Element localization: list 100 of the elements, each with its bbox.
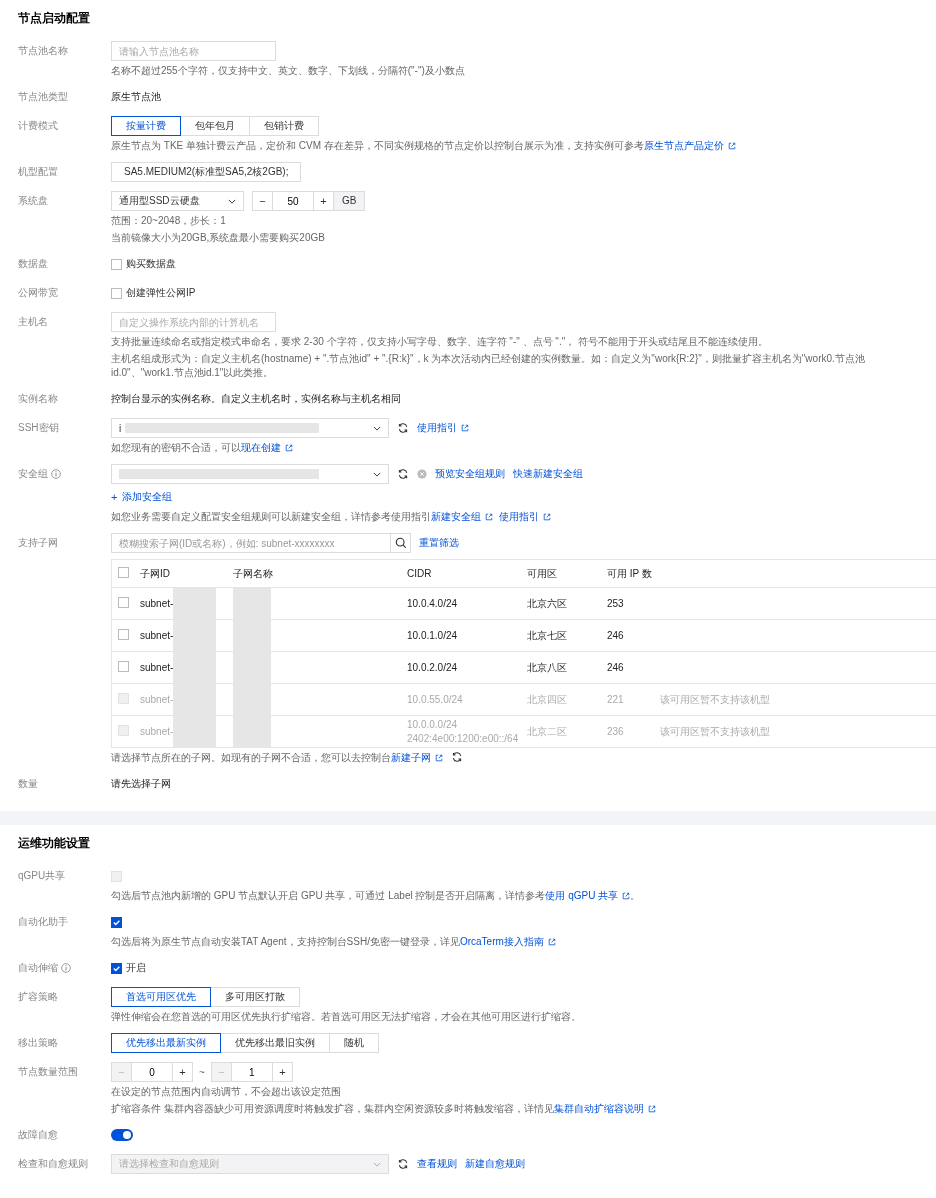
field-label: 计费模式 xyxy=(18,119,58,133)
checkbox[interactable] xyxy=(118,661,129,672)
checkbox[interactable] xyxy=(111,916,122,928)
field-label: 数量 xyxy=(18,777,38,791)
checkbox-label[interactable]: 开启 xyxy=(126,961,146,975)
segment-tab[interactable]: 多可用区打散 xyxy=(210,987,300,1007)
search-button[interactable] xyxy=(391,533,411,553)
refresh-icon[interactable] xyxy=(451,751,463,763)
hint-text: 支持批量连续命名或指定模式串命名，要求 2-30 个字符，仅支持小写字母、数字、连字符 "-" 、点号 "."， 符号不能用于开头或结尾且不能连续使用。 xyxy=(111,335,768,349)
hint-text: 如您现有的密钥不合适，可以现在创建 xyxy=(111,441,293,455)
table-cell-text: 10.0.0.0/24 xyxy=(407,717,459,732)
hint-text: 如您业务需要自定义配置安全组规则可以新建安全组，详情参考使用指引新建安全组 使用指引 xyxy=(111,510,551,524)
table-cell: 236 xyxy=(607,715,660,748)
help-link[interactable]: 使用指引 xyxy=(417,421,469,435)
help-link[interactable]: 预览安全组规则 xyxy=(435,467,505,481)
table-cell: 该可用区暂不支持该机型 xyxy=(660,725,770,737)
field-label: qGPU共享 xyxy=(18,869,66,883)
segment-tab[interactable]: 随机 xyxy=(329,1033,379,1053)
plus-button[interactable]: + xyxy=(172,1062,193,1082)
help-link[interactable]: 使用指引 xyxy=(499,511,551,522)
field-label: 移出策略 xyxy=(18,1036,58,1050)
info-icon[interactable] xyxy=(61,963,71,973)
hint-text: 扩缩容条件 集群内容器缺少可用资源调度时将触发扩容，集群内空闲资源较多时将触发缩容，详情见集群自动扩缩容说明 xyxy=(111,1102,656,1116)
refresh-icon[interactable] xyxy=(397,422,409,434)
help-link[interactable]: 现在创建 xyxy=(241,442,293,453)
hint-text: 勾选后节点池内新增的 GPU 节点默认开启 GPU 共享，可通过 Label 控制是否开启隔离，详情参考使用 qGPU 共享 。 xyxy=(111,889,641,903)
toggle-switch[interactable] xyxy=(111,1129,133,1141)
number-input[interactable]: 50 xyxy=(273,191,313,211)
hint-text: 当前镜像大小为20GB,系统盘最小需要购买20GB xyxy=(111,231,325,245)
hint-text: 在设定的节点范围内自动调节，不会超出该设定范围 xyxy=(111,1085,341,1099)
hint-text: 名称不超过255个字符，仅支持中文、英文、数字、下划线，分隔符("-")及小数点 xyxy=(111,64,465,78)
segment-tab[interactable]: 优先移出最旧实例 xyxy=(220,1033,330,1053)
chevron-icon xyxy=(228,198,236,204)
hint-text: 原生节点为 TKE 单独计费云产品，定价和 CVM 存在差异，不同实例规格的节点定价以控制台展示为准，支持实例可参考原生节点产品定价 xyxy=(111,139,736,153)
column-header: 子网名称 xyxy=(233,559,407,588)
field-label: 节点数量范围 xyxy=(18,1065,78,1079)
section-title: 节点启动配置 xyxy=(18,10,91,27)
help-link[interactable]: 新建安全组 xyxy=(431,511,493,522)
help-link[interactable]: 集群自动扩缩容说明 xyxy=(553,1103,656,1114)
range-separator: ~ xyxy=(199,1066,205,1078)
checkbox[interactable] xyxy=(111,962,122,974)
table-cell: 北京六区 xyxy=(527,587,607,620)
plus-button[interactable]: + xyxy=(271,1062,293,1082)
table-cell: 221 xyxy=(607,683,660,716)
segment-tab[interactable]: 优先移出最新实例 xyxy=(111,1033,221,1053)
segment-tab[interactable]: 包年包月 xyxy=(180,116,250,136)
column-header: CIDR xyxy=(407,559,527,588)
table-cell: 246 xyxy=(607,619,660,652)
table-cell-text: 2402:4e00:1200:e00::/64 xyxy=(407,731,520,746)
help-link[interactable]: 新建子网 xyxy=(391,752,443,763)
checkbox[interactable] xyxy=(118,597,129,608)
minus-button[interactable]: − xyxy=(252,191,273,211)
segment-tab[interactable]: 首选可用区优先 xyxy=(111,987,211,1007)
refresh-icon[interactable] xyxy=(397,468,409,480)
checkbox[interactable] xyxy=(111,287,122,299)
field-label: 故障自愈 xyxy=(18,1128,58,1142)
field-label: 扩容策略 xyxy=(18,990,58,1004)
field-label: 节点池类型 xyxy=(18,90,68,104)
checkbox[interactable] xyxy=(111,258,122,270)
search-field[interactable]: 模糊搜索子网(ID或名称)，例如: subnet-xxxxxxxx xyxy=(111,533,391,553)
plus-button[interactable]: + xyxy=(313,191,334,211)
checkbox[interactable] xyxy=(118,567,129,578)
section-title: 运维功能设置 xyxy=(18,835,91,852)
table-cell: subnet- xyxy=(140,662,174,673)
table-cell: subnet- xyxy=(140,630,174,641)
checkbox-label[interactable]: 购买数据盘 xyxy=(126,257,176,271)
table-cell-text: 10.0.55.0/24 xyxy=(407,692,464,707)
column-header: 可用 IP 数 xyxy=(607,559,660,588)
text-input[interactable]: 请输入节点池名称 xyxy=(111,41,276,61)
chevron-icon xyxy=(373,425,381,431)
segment-tab[interactable]: 包销计费 xyxy=(249,116,319,136)
column-header: 子网ID xyxy=(140,559,233,588)
number-input[interactable]: 0 xyxy=(132,1062,172,1082)
select-field[interactable]: i xyxy=(111,418,389,438)
reset-filter-link[interactable]: 重置筛选 xyxy=(419,536,459,550)
unit-label: GB xyxy=(334,191,366,211)
number-input[interactable]: 1 xyxy=(231,1062,272,1082)
checkbox[interactable] xyxy=(118,629,129,640)
segment-tab[interactable]: 按量计费 xyxy=(111,116,181,136)
table-cell: 该可用区暂不支持该机型 xyxy=(660,693,770,705)
text-input[interactable]: 自定义操作系统内部的计算机名 xyxy=(111,312,276,332)
help-link[interactable]: 使用 qGPU 共享 xyxy=(545,890,631,901)
info-icon[interactable] xyxy=(51,469,61,479)
hint-text: 请选择节点所在的子网。如现有的子网不合适，您可以去控制台新建子网 xyxy=(111,751,463,765)
field-label: 数据盘 xyxy=(18,257,48,271)
instance-type-field[interactable]: SA5.MEDIUM2(标准型SA5,2核2GB); xyxy=(111,162,302,182)
field-label: 节点池名称 xyxy=(18,44,68,58)
clear-icon[interactable] xyxy=(417,469,427,479)
help-link[interactable]: 快速新建安全组 xyxy=(513,467,583,481)
help-link[interactable]: 原生节点产品定价 xyxy=(643,140,736,151)
field-label: 检查和自愈规则 xyxy=(18,1157,88,1171)
select-field[interactable] xyxy=(111,464,389,484)
checkbox-label[interactable]: 创建弹性公网IP xyxy=(126,286,196,300)
field-label: 自动伸缩 xyxy=(18,961,58,975)
select-field[interactable]: 通用型SSD云硬盘 xyxy=(111,191,244,211)
help-link[interactable]: OrcaTerm接入指南 xyxy=(459,936,556,947)
field-label: 支持子网 xyxy=(18,536,58,550)
add-link[interactable]: + 添加安全组 xyxy=(111,490,173,504)
field-label: 主机名 xyxy=(18,315,48,329)
field-label: 实例名称 xyxy=(18,392,58,406)
